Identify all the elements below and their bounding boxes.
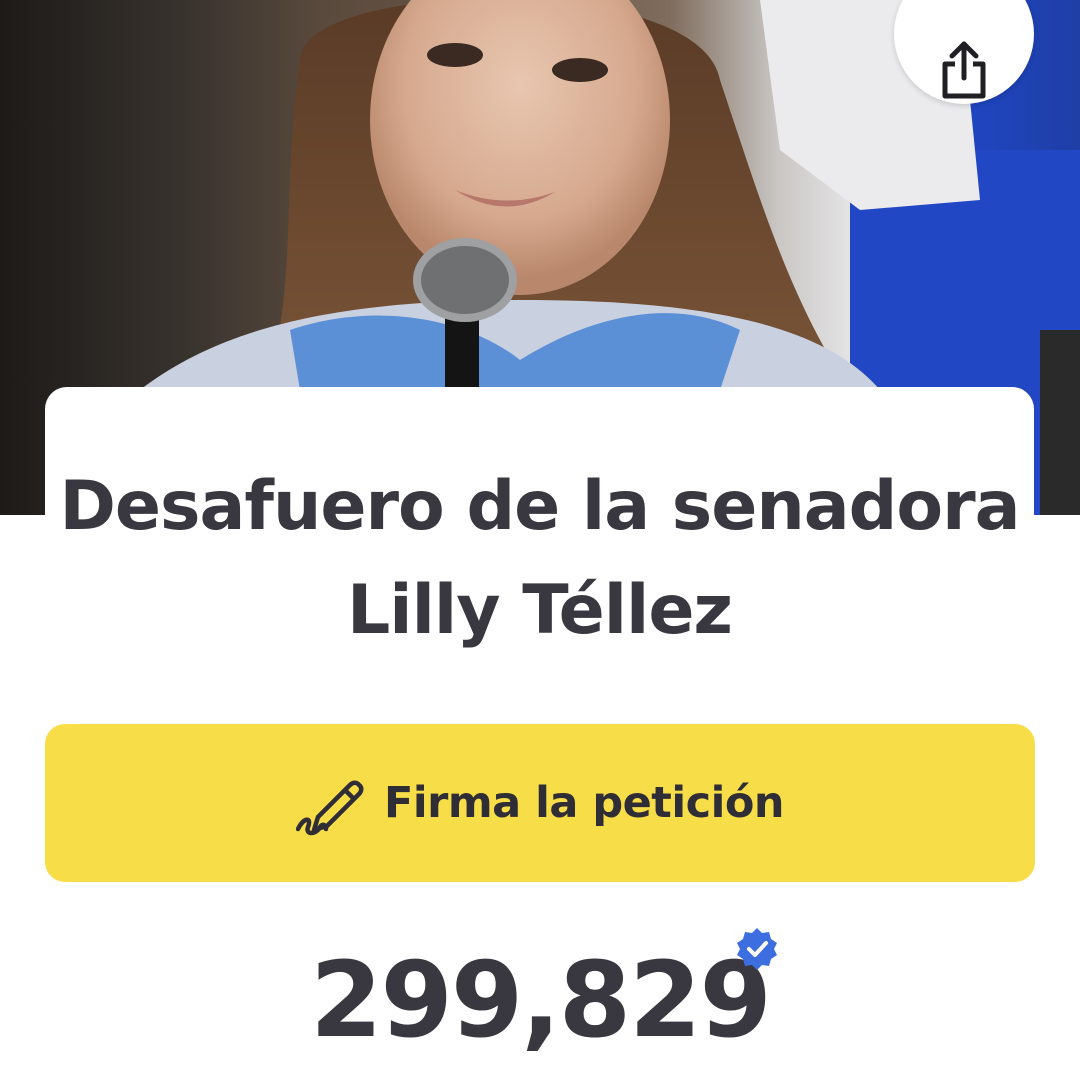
share-icon [942,41,986,99]
signature-count: 299,829 [310,939,772,1061]
pen-icon [296,780,364,836]
sign-petition-button[interactable]: Firma la petición [45,724,1035,882]
verified-badge-icon [737,928,777,970]
petition-title: Desafuero de la senadora Lilly Téllez [59,467,1020,650]
sign-petition-label: Firma la petición [384,778,784,828]
